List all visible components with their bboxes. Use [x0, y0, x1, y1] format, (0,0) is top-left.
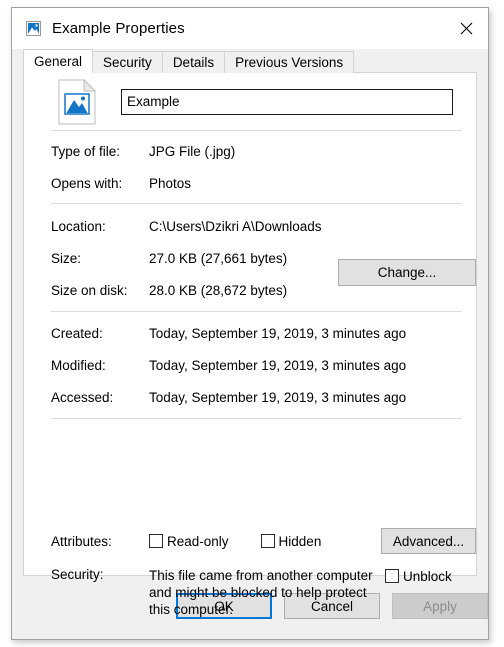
readonly-checkbox[interactable]: [149, 534, 163, 548]
tab-details[interactable]: Details: [161, 51, 226, 73]
hidden-checkbox[interactable]: [260, 534, 275, 548]
label-location: Location:: [51, 218, 106, 234]
row-opens-with: Opens with: Photos: [51, 173, 466, 193]
separator-4: [51, 418, 462, 419]
hidden-checkbox-group[interactable]: Hidden: [260, 533, 322, 549]
label-size: Size:: [51, 250, 82, 266]
row-size: Size: 27.0 KB (27,661 bytes): [51, 248, 466, 268]
unblock-label: Unblock: [403, 569, 452, 584]
readonly-checkbox-group[interactable]: Read-only: [149, 534, 229, 549]
properties-dialog: Example Properties General Security Deta…: [11, 7, 489, 640]
label-type-of-file: Type of file:: [51, 143, 121, 159]
attributes-row: Attributes: Read-only Hidden: [51, 531, 321, 551]
unblock-checkbox[interactable]: [385, 569, 399, 583]
security-message-line-3: this computer.: [149, 602, 234, 617]
label-size-on-disk: Size on disk:: [51, 282, 128, 298]
separator-2: [51, 203, 462, 204]
label-attributes: Attributes:: [51, 533, 112, 549]
title-bar: Example Properties: [12, 8, 488, 49]
hidden-label: Hidden: [278, 533, 322, 549]
security-message: This file came from another computer and…: [149, 567, 381, 618]
value-location: C:\Users\Dzikri A\Downloads: [149, 218, 322, 234]
row-size-on-disk: Size on disk: 28.0 KB (28,672 bytes): [51, 280, 466, 300]
value-created: Today, September 19, 2019, 3 minutes ago: [149, 325, 407, 341]
security-row: Security: This file came from another co…: [51, 567, 466, 618]
security-message-line-1: This file came from another computer: [149, 568, 373, 583]
value-size: 27.0 KB (27,661 bytes): [149, 250, 288, 266]
label-modified: Modified:: [51, 357, 106, 373]
jpg-image-file-icon: [51, 78, 103, 125]
close-icon: [460, 22, 472, 35]
value-modified: Today, September 19, 2019, 3 minutes ago: [149, 357, 407, 373]
tab-previous-versions[interactable]: Previous Versions: [224, 51, 355, 73]
security-message-line-2: and might be blocked to help protect: [149, 585, 367, 600]
advanced-button[interactable]: Advanced...: [381, 528, 476, 554]
separator-1: [51, 130, 462, 131]
window-title: Example Properties: [52, 20, 185, 37]
label-security: Security:: [51, 567, 104, 582]
separator-3: [51, 311, 462, 312]
label-accessed: Accessed:: [51, 389, 114, 405]
row-location: Location: C:\Users\Dzikri A\Downloads: [51, 216, 466, 236]
row-accessed: Accessed: Today, September 19, 2019, 3 m…: [51, 387, 466, 407]
value-type-of-file: JPG File (.jpg): [149, 143, 236, 159]
value-size-on-disk: 28.0 KB (28,672 bytes): [149, 282, 288, 298]
desktop-backdrop: Example Properties General Security Deta…: [0, 0, 504, 647]
row-type-of-file: Type of file: JPG File (.jpg): [51, 141, 466, 161]
filename-input[interactable]: [121, 88, 453, 115]
readonly-label: Read-only: [167, 533, 229, 549]
row-created: Created: Today, September 19, 2019, 3 mi…: [51, 323, 466, 343]
file-header: [24, 73, 476, 130]
value-opens-with: Photos: [149, 175, 192, 191]
label-opens-with: Opens with:: [51, 175, 123, 191]
label-created: Created:: [51, 325, 103, 341]
row-modified: Modified: Today, September 19, 2019, 3 m…: [51, 355, 466, 375]
tab-strip: General Security Details Previous Versio…: [23, 49, 477, 73]
general-tab-panel: Type of file: JPG File (.jpg) Opens with…: [23, 72, 477, 617]
tab-security[interactable]: Security: [92, 51, 163, 73]
unblock-checkbox-group[interactable]: Unblock: [385, 567, 452, 584]
close-button[interactable]: [444, 8, 488, 49]
picture-file-icon: [25, 20, 42, 37]
tab-general[interactable]: General: [23, 49, 94, 73]
value-accessed: Today, September 19, 2019, 3 minutes ago: [149, 389, 407, 405]
